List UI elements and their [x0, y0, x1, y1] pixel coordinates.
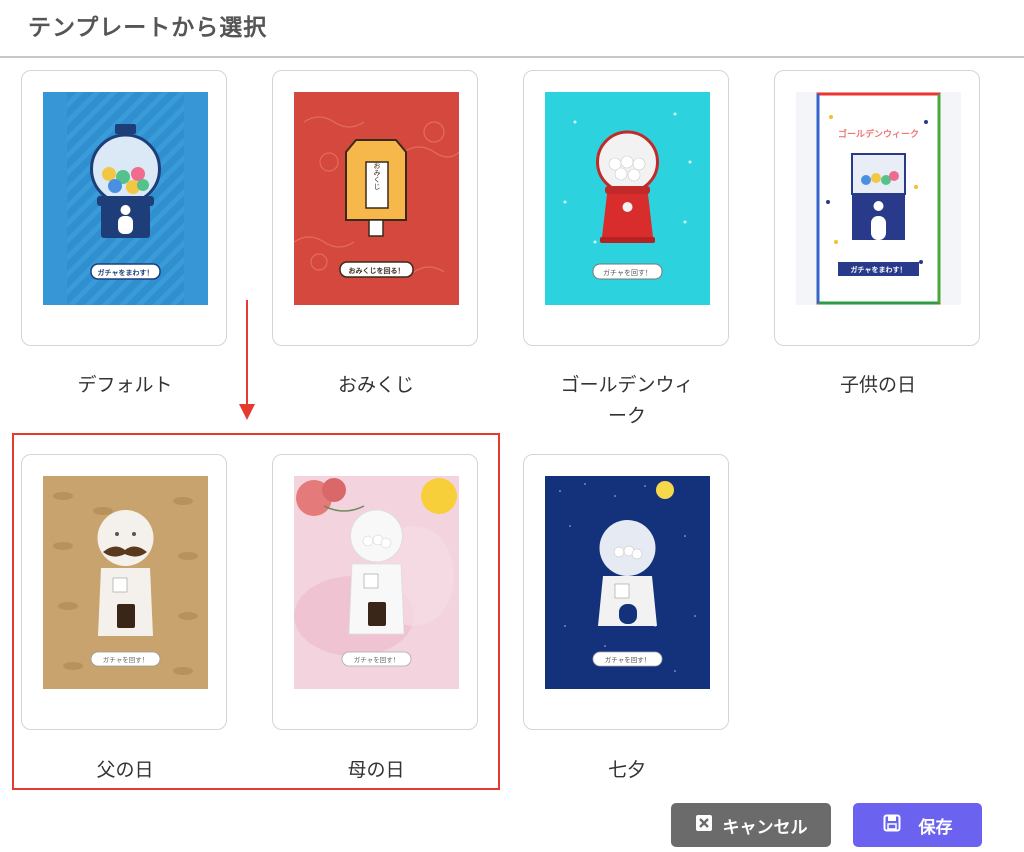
template-card-default[interactable]: ガチャをまわす！	[21, 70, 227, 346]
svg-text:ガチャをまわす！: ガチャをまわす！	[98, 268, 154, 277]
svg-text:ガチャを回す！: ガチャを回す！	[603, 268, 652, 277]
template-thumbnail-mothers-day: ガチャを回す！	[294, 476, 459, 689]
template-label-golden-week: ゴールデンウィ ーク	[560, 374, 694, 427]
gacha-machine-image: ガチャを回す！	[545, 476, 710, 689]
template-label-tanabata: 七夕	[607, 759, 646, 781]
template-card-tanabata[interactable]: ガチャを回す！	[523, 454, 729, 730]
save-button[interactable]: 保存	[853, 803, 982, 847]
svg-text:おみくじ: おみくじ	[373, 162, 381, 190]
template-thumbnail-childrens-day: ゴールデンウィーク ガチャをまわす！	[796, 92, 961, 305]
save-icon	[883, 814, 901, 837]
template-card-fathers-day[interactable]: ガチャを回す！	[21, 454, 227, 730]
svg-text:ガチャを回す！: ガチャを回す！	[103, 655, 148, 664]
svg-text:ガチャを回す！: ガチャを回す！	[605, 655, 650, 664]
template-label-mothers-day: 母の日	[347, 759, 405, 781]
template-thumbnail-tanabata: ガチャを回す！	[545, 476, 710, 689]
close-icon	[695, 814, 713, 837]
gacha-machine-image: ガチャを回す！	[545, 92, 710, 305]
template-card-golden-week[interactable]: ガチャを回す！	[523, 70, 729, 346]
template-thumbnail-omikuji: おみくじ おみくじを回る！	[294, 92, 459, 305]
omikuji-image: おみくじ おみくじを回る！	[294, 92, 459, 305]
dialog-header: テンプレートから選択	[0, 0, 1024, 58]
svg-text:ガチャを回す！: ガチャを回す！	[354, 655, 399, 664]
svg-text:おみくじを回る！: おみくじを回る！	[349, 266, 405, 275]
template-card-childrens-day[interactable]: ゴールデンウィーク ガチャをまわす！	[774, 70, 980, 346]
svg-text:ゴールデンウィーク: ゴールデンウィーク	[838, 128, 919, 140]
annotation-arrow	[246, 300, 248, 408]
template-card-mothers-day[interactable]: ガチャを回す！	[272, 454, 478, 730]
annotation-arrow-head	[239, 404, 255, 420]
template-thumbnail-fathers-day: ガチャを回す！	[43, 476, 208, 689]
svg-text:ガチャをまわす！: ガチャをまわす！	[851, 265, 907, 274]
template-label-omikuji: おみくじ	[337, 374, 414, 396]
template-label-childrens-day: 子供の日	[839, 374, 916, 396]
template-card-omikuji[interactable]: おみくじ おみくじを回る！	[272, 70, 478, 346]
template-thumbnail-default: ガチャをまわす！	[43, 92, 208, 305]
template-label-default: デフォルト	[77, 374, 173, 396]
gacha-machine-image: ガチャをまわす！	[43, 92, 208, 305]
template-thumbnail-golden-week: ガチャを回す！	[545, 92, 710, 305]
dialog-title: テンプレートから選択	[28, 15, 268, 41]
cancel-button[interactable]: キャンセル	[671, 803, 831, 847]
gacha-machine-image: ガチャを回す！	[43, 476, 208, 689]
gacha-machine-image: ゴールデンウィーク ガチャをまわす！	[796, 92, 961, 305]
template-label-fathers-day: 父の日	[96, 759, 154, 781]
gacha-machine-image: ガチャを回す！	[294, 476, 459, 689]
cancel-label: キャンセル	[722, 817, 808, 838]
save-label: 保存	[918, 817, 953, 838]
